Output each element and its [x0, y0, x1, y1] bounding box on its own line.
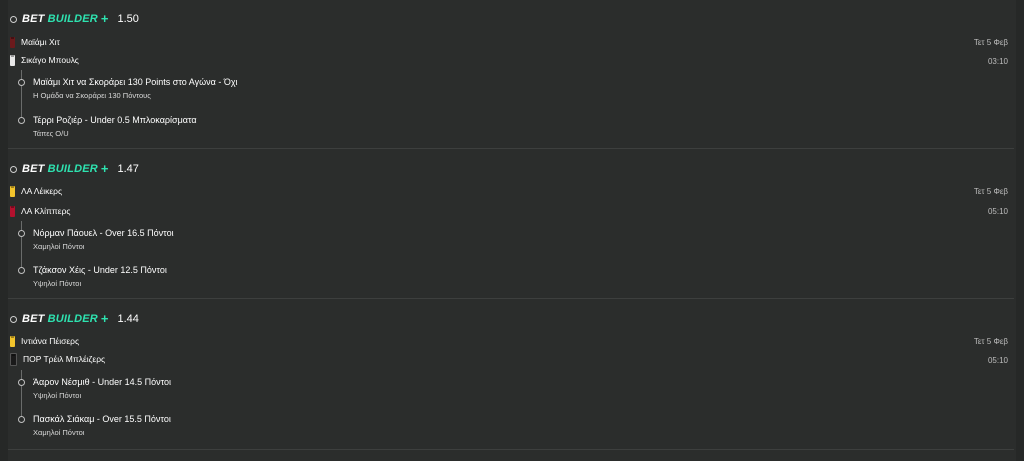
leg-market: Η Ομάδα να Σκοράρει 130 Πόντους [33, 91, 151, 100]
leg-market: Τάπες O/U [33, 129, 69, 138]
leg-dot-icon [18, 379, 25, 386]
leg-dot-icon [18, 416, 25, 423]
team-row-home[interactable]: ΛΑ Λέικερς [10, 185, 62, 197]
team-name: ΛΑ Κλίππερς [21, 206, 71, 216]
plus-icon: + [100, 311, 109, 326]
jersey-icon [10, 335, 15, 347]
leg-connector [21, 70, 22, 120]
leg-dot-icon [18, 79, 25, 86]
match-date: Τετ 5 Φεβ [973, 337, 1008, 346]
jersey-icon [10, 185, 15, 197]
bet-builder-logo-bet: BET [22, 13, 45, 25]
leg-connector [21, 370, 22, 420]
match-time: 05:10 [987, 207, 1008, 216]
team-name: ΛΑ Λέικερς [21, 186, 63, 196]
bet-builder-logo-builder: BUILDER [47, 313, 98, 325]
leg-connector [21, 221, 22, 271]
team-name: Μαϊάμι Χιτ [21, 37, 60, 47]
match-date: Τετ 5 Φεβ [973, 187, 1008, 196]
bet-builder-logo-bet: BET [22, 313, 45, 325]
team-name: Ιντιάνα Πέισερς [21, 336, 80, 346]
odds-value[interactable]: 1.47 [118, 163, 139, 175]
card-divider [8, 449, 1014, 450]
team-row-home[interactable]: Μαϊάμι Χιτ [10, 36, 60, 48]
radio-icon[interactable] [10, 165, 17, 173]
leg-market: Χαμηλοί Πόντοι [33, 428, 85, 437]
plus-icon: + [100, 161, 109, 176]
leg-title: Τζάκσον Χέις - Under 12.5 Πόντοι [33, 265, 167, 275]
team-row-away[interactable]: Σικάγο Μπουλς [10, 54, 79, 66]
team-name: ΠΟΡ Τρέιλ Μπλέιζερς [23, 354, 106, 364]
match-time: 05:10 [987, 356, 1008, 365]
jersey-icon [10, 205, 15, 217]
leg-title: Μαϊάμι Χιτ να Σκοράρει 130 Points στο Αγ… [33, 77, 238, 87]
right-frame [1016, 0, 1024, 461]
plus-icon: + [100, 11, 109, 26]
match-time: 03:10 [987, 57, 1008, 66]
bet-builder-header[interactable]: BET BUILDER + 1.50 [10, 11, 139, 27]
card-divider [8, 148, 1014, 149]
leg-market: Υψηλοί Πόντοι [33, 279, 82, 288]
leg-market: Χαμηλοί Πόντοι [33, 242, 85, 251]
team-row-away[interactable]: ΛΑ Κλίππερς [10, 205, 71, 217]
leg-title: Τέρρι Ροζιέρ - Under 0.5 Μπλοκαρίσματα [33, 115, 197, 125]
odds-value[interactable]: 1.50 [118, 13, 139, 25]
team-row-away[interactable]: ΠΟΡ Τρέιλ Μπλέιζερς [10, 352, 106, 366]
team-row-home[interactable]: Ιντιάνα Πέισερς [10, 335, 79, 347]
bet-builder-header[interactable]: BET BUILDER + 1.44 [10, 311, 139, 327]
bet-builder-header[interactable]: BET BUILDER + 1.47 [10, 161, 139, 177]
bet-builder-logo-builder: BUILDER [47, 13, 98, 25]
leg-dot-icon [18, 267, 25, 274]
jersey-icon [10, 36, 15, 48]
jersey-icon [10, 54, 15, 66]
leg-title: Νόρμαν Πάουελ - Over 16.5 Πόντοι [33, 228, 174, 238]
odds-value[interactable]: 1.44 [118, 313, 139, 325]
match-date: Τετ 5 Φεβ [973, 38, 1008, 47]
leg-title: Πασκάλ Σιάκαμ - Over 15.5 Πόντοι [33, 414, 171, 424]
leg-market: Υψηλοί Πόντοι [33, 391, 82, 400]
leg-dot-icon [18, 230, 25, 237]
bet-builder-logo-builder: BUILDER [47, 163, 98, 175]
jersey-icon [10, 352, 17, 366]
radio-icon[interactable] [10, 15, 17, 23]
radio-icon[interactable] [10, 315, 17, 323]
left-frame [0, 0, 8, 461]
leg-title: Άαρον Νέσμιθ - Under 14.5 Πόντοι [33, 377, 172, 387]
card-divider [8, 298, 1014, 299]
team-name: Σικάγο Μπουλς [21, 55, 79, 65]
bet-builder-logo-bet: BET [22, 163, 45, 175]
leg-dot-icon [18, 117, 25, 124]
